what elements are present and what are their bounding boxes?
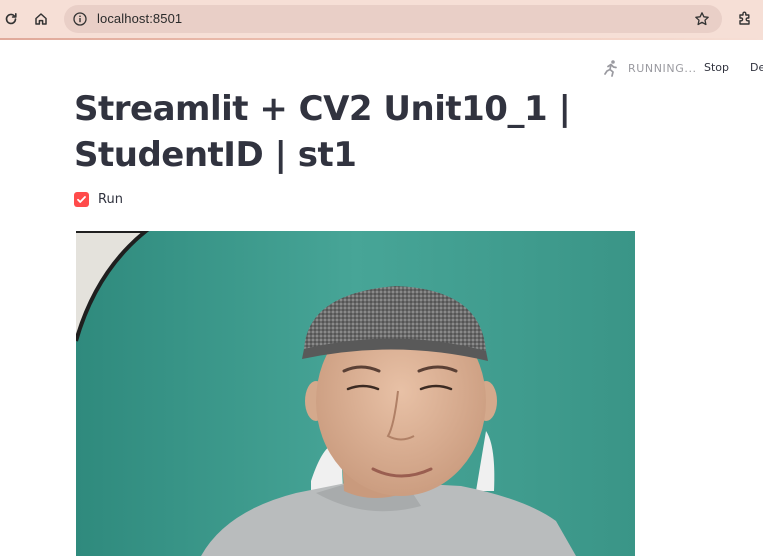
site-info-icon[interactable] <box>72 11 88 27</box>
home-icon[interactable] <box>30 8 52 30</box>
checkbox-checked-icon[interactable] <box>74 192 89 207</box>
url-text[interactable]: localhost:8501 <box>97 11 182 26</box>
bookmark-star-icon[interactable] <box>694 11 710 27</box>
deploy-button[interactable]: Deploy <box>750 61 763 74</box>
page-title: Streamlit + CV2 Unit10_1 | StudentID | s… <box>74 89 571 175</box>
webcam-image <box>76 231 635 556</box>
browser-toolbar: localhost:8501 <box>0 0 763 38</box>
stop-button[interactable]: Stop <box>704 61 729 74</box>
run-checkbox[interactable]: Run <box>74 192 123 207</box>
reload-icon[interactable] <box>0 8 22 30</box>
extensions-icon[interactable] <box>734 8 756 30</box>
browser-divider <box>0 38 763 40</box>
running-label: RUNNING... <box>628 61 697 75</box>
running-man-icon <box>604 60 617 77</box>
camera-feed <box>76 231 635 556</box>
running-status: RUNNING... <box>602 58 697 78</box>
run-checkbox-label: Run <box>98 192 123 207</box>
address-bar[interactable]: localhost:8501 <box>64 5 722 33</box>
